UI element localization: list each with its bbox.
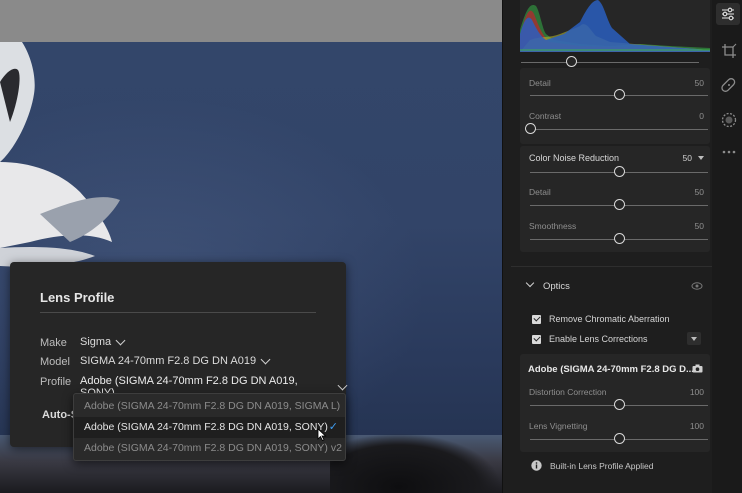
chevron-down-icon [260,354,271,364]
model-label: Model [40,356,70,368]
detail-value: 50 [694,78,704,88]
detail-label: Detail [529,78,551,88]
vignetting-slider-thumb[interactable] [614,433,625,444]
color-noise-value: 50 [682,153,692,163]
top-slider-track[interactable] [521,62,699,63]
lens-info-text: Built-in Lens Profile Applied [550,460,654,471]
profile-label: Profile [40,376,72,388]
top-toolbar [0,0,502,42]
optics-title: Optics [543,281,570,292]
tool-strip [712,0,742,493]
color-detail-label: Detail [529,187,551,197]
distortion-slider-thumb[interactable] [614,399,625,410]
more-icon[interactable] [721,144,737,160]
edit-sliders-icon [722,7,734,21]
divider [40,312,316,313]
color-noise-card: Color Noise Reduction 50 Detail 50 Smoot… [520,146,710,252]
option-label: Adobe (SIGMA 24-70mm F2.8 DG DN A019, SO… [84,421,328,433]
make-value: Sigma [80,336,112,348]
edit-sliders-tool[interactable] [716,3,740,25]
mask-icon[interactable] [721,112,737,128]
model-dropdown[interactable]: SIGMA 24-70mm F2.8 DG DN A019 [80,354,271,367]
mouse-cursor-icon [317,428,327,442]
make-label: Make [40,337,67,349]
chevron-down-icon [690,336,697,341]
profile-dropdown-menu: Adobe (SIGMA 24-70mm F2.8 DG DN A019, SI… [73,393,346,461]
edit-panel: Detail 50 Contrast 0 Color Noise Reducti… [502,0,713,493]
eye-icon[interactable] [691,281,703,291]
color-detail-value: 50 [694,187,704,197]
lens-profile-title: Lens Profile [40,290,115,305]
enable-lens-checkbox[interactable]: Enable Lens Corrections [532,334,648,344]
crop-icon[interactable] [721,43,737,59]
camera-icon[interactable] [692,364,703,373]
option-label: Adobe (SIGMA 24-70mm F2.8 DG DN A019, SI… [84,400,341,412]
optics-header[interactable]: Optics [525,278,705,296]
info-icon [531,460,542,471]
smoothness-slider-thumb[interactable] [614,233,625,244]
distortion-value: 100 [689,387,704,397]
contrast-value: 0 [699,111,704,121]
contrast-slider-track[interactable] [530,129,708,130]
detail-slider-thumb[interactable] [614,89,625,100]
remove-ca-label: Remove Chromatic Aberration [549,314,670,324]
option-label: Adobe (SIGMA 24-70mm F2.8 DG DN A019, SO… [84,442,342,454]
detail-card: Detail 50 Contrast 0 [520,68,710,144]
checkmark-icon: ✓ [328,421,338,433]
top-slider-thumb[interactable] [565,56,577,67]
color-detail-slider-thumb[interactable] [614,199,625,210]
color-noise-title: Color Noise Reduction [529,153,620,163]
checkbox-checked-icon [532,334,541,344]
make-dropdown[interactable]: Sigma [80,335,126,348]
chevron-down-icon [337,380,348,390]
lens-options-button[interactable] [687,332,701,345]
lens-profile-card: Adobe (SIGMA 24-70mm F2.8 DG D... Distor… [520,354,710,452]
remove-ca-checkbox[interactable]: Remove Chromatic Aberration [532,314,670,324]
smoothness-label: Smoothness [529,221,577,231]
chevron-down-icon[interactable] [698,156,704,160]
section-divider [511,266,713,267]
lens-profile-header: Adobe (SIGMA 24-70mm F2.8 DG D... [528,364,694,375]
smoothness-value: 50 [694,221,704,231]
profile-option-sony-v2[interactable]: Adobe (SIGMA 24-70mm F2.8 DG DN A019, SO… [74,438,345,459]
checkbox-checked-icon [532,314,541,324]
distortion-label: Distortion Correction [529,387,607,397]
contrast-label: Contrast [529,111,562,121]
lens-info-row: Built-in Lens Profile Applied [531,460,653,471]
heal-icon[interactable] [721,77,737,93]
vignetting-value: 100 [689,421,704,431]
model-value: SIGMA 24-70mm F2.8 DG DN A019 [80,355,257,367]
chevron-down-icon [525,278,535,288]
profile-option-sigma-l[interactable]: Adobe (SIGMA 24-70mm F2.8 DG DN A019, SI… [74,396,345,417]
contrast-slider-thumb[interactable] [525,123,536,134]
color-noise-slider-thumb[interactable] [614,166,625,177]
chevron-down-icon [115,335,126,345]
enable-lens-label: Enable Lens Corrections [549,334,648,344]
rocks-silhouette [330,433,502,493]
histogram [520,0,710,52]
profile-option-sony[interactable]: Adobe (SIGMA 24-70mm F2.8 DG DN A019, SO… [74,417,345,438]
vignetting-label: Lens Vignetting [529,421,588,431]
